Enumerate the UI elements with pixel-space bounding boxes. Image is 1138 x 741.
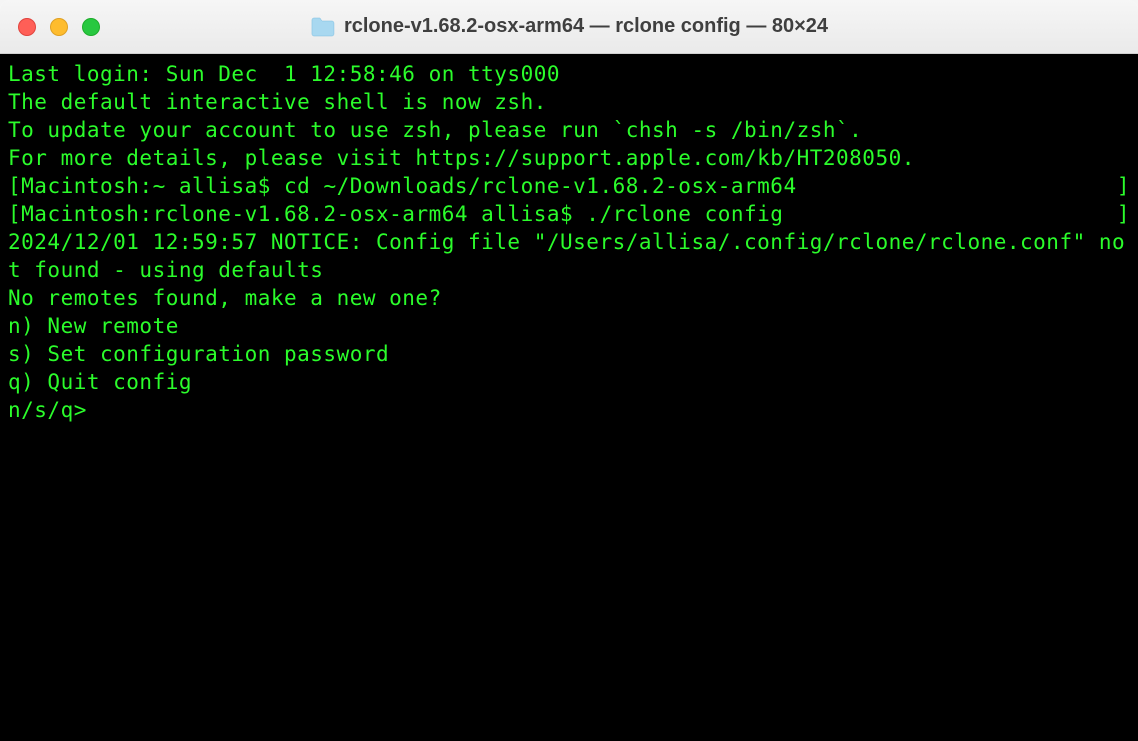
- window-title: rclone-v1.68.2-osx-arm64 — rclone config…: [344, 15, 828, 38]
- bracket-open: [: [8, 174, 21, 198]
- prompt-line-1: [Macintosh:~ allisa$ cd ~/Downloads/rclo…: [8, 172, 1130, 200]
- option-set-password: s) Set configuration password: [8, 340, 1130, 368]
- last-login-line: Last login: Sun Dec 1 12:58:46 on ttys00…: [8, 60, 1130, 88]
- prompt-2-text: Macintosh:rclone-v1.68.2-osx-arm64 allis…: [21, 202, 783, 226]
- terminal-body[interactable]: Last login: Sun Dec 1 12:58:46 on ttys00…: [0, 54, 1138, 741]
- bracket-open: [: [8, 202, 21, 226]
- no-remotes-line: No remotes found, make a new one?: [8, 284, 1130, 312]
- option-new-remote: n) New remote: [8, 312, 1130, 340]
- zsh-notice-1: The default interactive shell is now zsh…: [8, 88, 1130, 116]
- prompt-1-text: Macintosh:~ allisa$ cd ~/Downloads/rclon…: [21, 174, 796, 198]
- folder-icon: [310, 16, 336, 38]
- title-content: rclone-v1.68.2-osx-arm64 — rclone config…: [310, 15, 828, 38]
- zsh-notice-2: To update your account to use zsh, pleas…: [8, 116, 1130, 144]
- close-button[interactable]: [18, 18, 36, 36]
- option-quit: q) Quit config: [8, 368, 1130, 396]
- terminal-window: rclone-v1.68.2-osx-arm64 — rclone config…: [0, 0, 1138, 741]
- notice-line: 2024/12/01 12:59:57 NOTICE: Config file …: [8, 228, 1130, 284]
- bracket-close: ]: [1117, 172, 1130, 200]
- input-prompt: n/s/q>: [8, 398, 100, 422]
- traffic-lights: [0, 18, 100, 36]
- minimize-button[interactable]: [50, 18, 68, 36]
- zsh-notice-3: For more details, please visit https://s…: [8, 144, 1130, 172]
- input-prompt-line[interactable]: n/s/q>: [8, 396, 1130, 424]
- bracket-close: ]: [1117, 200, 1130, 228]
- prompt-line-2: [Macintosh:rclone-v1.68.2-osx-arm64 alli…: [8, 200, 1130, 228]
- zoom-button[interactable]: [82, 18, 100, 36]
- titlebar[interactable]: rclone-v1.68.2-osx-arm64 — rclone config…: [0, 0, 1138, 54]
